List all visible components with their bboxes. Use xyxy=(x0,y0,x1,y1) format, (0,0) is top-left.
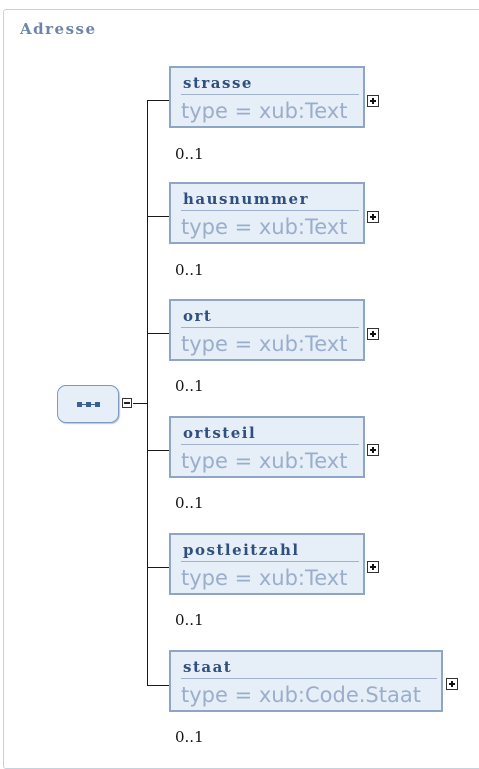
element-name: ort xyxy=(183,307,213,325)
element-divider xyxy=(181,327,359,328)
cardinality-label: 0..1 xyxy=(175,611,204,629)
cardinality-label: 0..1 xyxy=(175,261,204,279)
element-box[interactable]: ortsteil type = xub:Text xyxy=(169,416,365,478)
expand-icon[interactable] xyxy=(367,95,379,107)
element-box[interactable]: ort type = xub:Text xyxy=(169,299,365,361)
expand-icon[interactable] xyxy=(367,561,379,573)
connector-branch xyxy=(147,216,169,217)
expand-icon[interactable] xyxy=(367,328,379,340)
element-type: type = xub:Text xyxy=(181,449,348,473)
collapse-button[interactable] xyxy=(122,398,132,408)
connector-branch xyxy=(147,685,169,686)
cardinality-label: 0..1 xyxy=(175,494,204,512)
element-type: type = xub:Code.Staat xyxy=(181,683,421,707)
element-box[interactable]: staat type = xub:Code.Staat xyxy=(169,650,443,712)
element-name: ortsteil xyxy=(183,424,257,442)
element-box[interactable]: hausnummer type = xub:Text xyxy=(169,182,365,244)
connector-branch xyxy=(147,333,169,334)
connector-trunk xyxy=(147,100,148,686)
element-divider xyxy=(181,678,437,679)
connector-branch xyxy=(147,100,169,101)
element-name: staat xyxy=(183,658,233,676)
diagram-title: Adresse xyxy=(20,20,97,38)
element-box[interactable]: strasse type = xub:Text xyxy=(169,66,365,128)
cardinality-label: 0..1 xyxy=(175,377,204,395)
connector-stub xyxy=(133,403,148,404)
element-box[interactable]: postleitzahl type = xub:Text xyxy=(169,533,365,595)
sequence-compositor[interactable] xyxy=(57,385,119,423)
element-type: type = xub:Text xyxy=(181,99,348,123)
element-divider xyxy=(181,210,359,211)
cardinality-label: 0..1 xyxy=(175,145,204,163)
expand-icon[interactable] xyxy=(367,444,379,456)
element-name: hausnummer xyxy=(183,190,309,208)
element-type: type = xub:Text xyxy=(181,566,348,590)
element-name: postleitzahl xyxy=(183,541,300,559)
connector-branch xyxy=(147,450,169,451)
cardinality-label: 0..1 xyxy=(175,728,204,746)
sequence-icon xyxy=(76,401,100,407)
element-type: type = xub:Text xyxy=(181,332,348,356)
element-name: strasse xyxy=(183,74,253,92)
connector-branch xyxy=(147,567,169,568)
expand-icon[interactable] xyxy=(446,678,458,690)
element-divider xyxy=(181,561,359,562)
element-type: type = xub:Text xyxy=(181,215,348,239)
element-divider xyxy=(181,94,359,95)
expand-icon[interactable] xyxy=(367,211,379,223)
element-divider xyxy=(181,444,359,445)
